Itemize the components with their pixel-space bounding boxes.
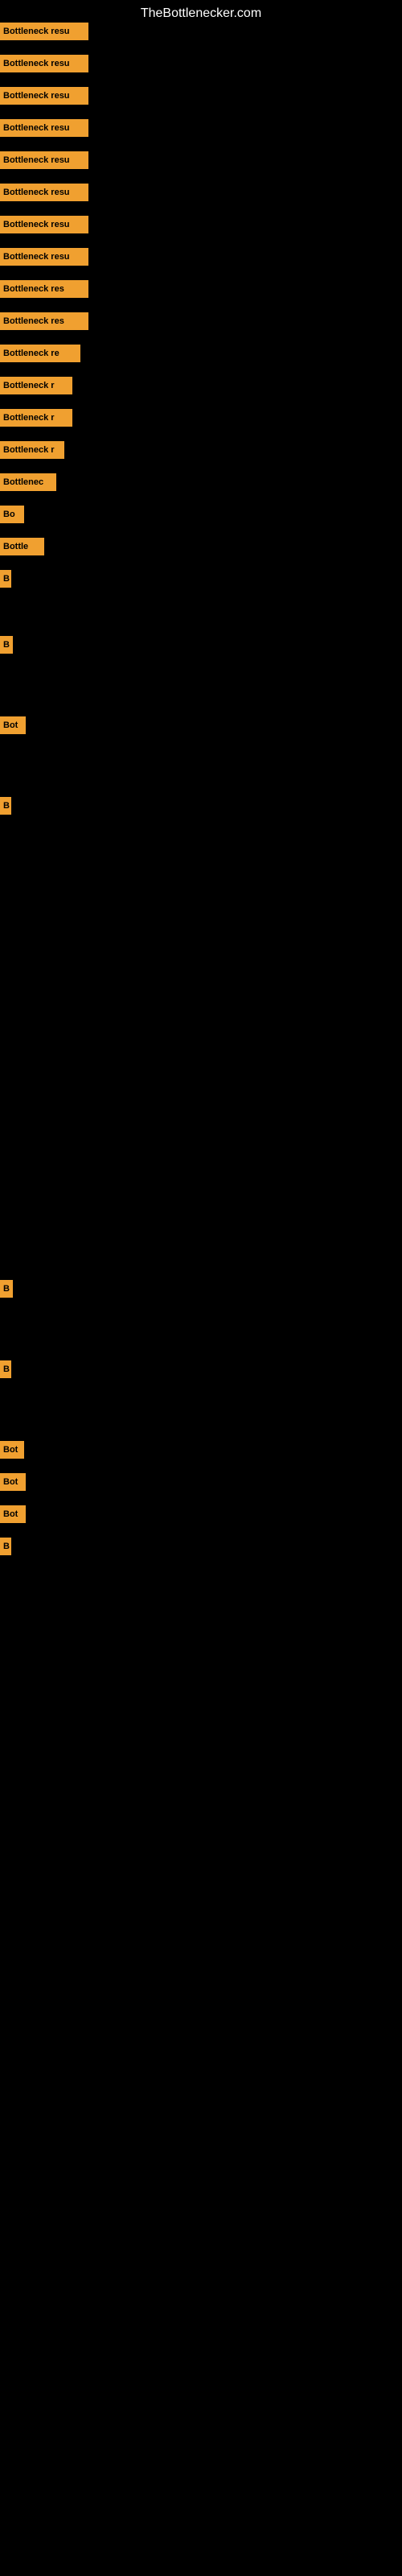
bottleneck-bar-9: Bottleneck res [0, 312, 88, 330]
bottleneck-bar-8: Bottleneck res [0, 280, 88, 298]
bottleneck-bar-19: Bot [0, 716, 26, 734]
bottleneck-bar-17: B [0, 570, 11, 588]
bottleneck-bar-26: B [0, 1538, 11, 1555]
bottleneck-bar-4: Bottleneck resu [0, 151, 88, 169]
bottleneck-bar-6: Bottleneck resu [0, 216, 88, 233]
bottleneck-bar-1: Bottleneck resu [0, 55, 88, 72]
bottleneck-bar-0: Bottleneck resu [0, 23, 88, 40]
bottleneck-bar-22: B [0, 1360, 11, 1378]
bottleneck-bar-24: Bot [0, 1473, 26, 1491]
bottleneck-bar-7: Bottleneck resu [0, 248, 88, 266]
bottleneck-bar-20: B [0, 797, 11, 815]
bottleneck-bar-23: Bot [0, 1441, 24, 1459]
bottleneck-bar-14: Bottlenec [0, 473, 56, 491]
bottleneck-bar-21: B [0, 1280, 13, 1298]
bottleneck-bar-15: Bo [0, 506, 24, 523]
bottleneck-bar-10: Bottleneck re [0, 345, 80, 362]
bottleneck-bar-2: Bottleneck resu [0, 87, 88, 105]
bottleneck-bar-5: Bottleneck resu [0, 184, 88, 201]
bottleneck-bar-16: Bottle [0, 538, 44, 555]
bottleneck-bar-18: B [0, 636, 13, 654]
bottleneck-bar-11: Bottleneck r [0, 377, 72, 394]
bottleneck-bar-25: Bot [0, 1505, 26, 1523]
bottleneck-bar-13: Bottleneck r [0, 441, 64, 459]
bottleneck-bar-3: Bottleneck resu [0, 119, 88, 137]
bottleneck-bar-12: Bottleneck r [0, 409, 72, 427]
